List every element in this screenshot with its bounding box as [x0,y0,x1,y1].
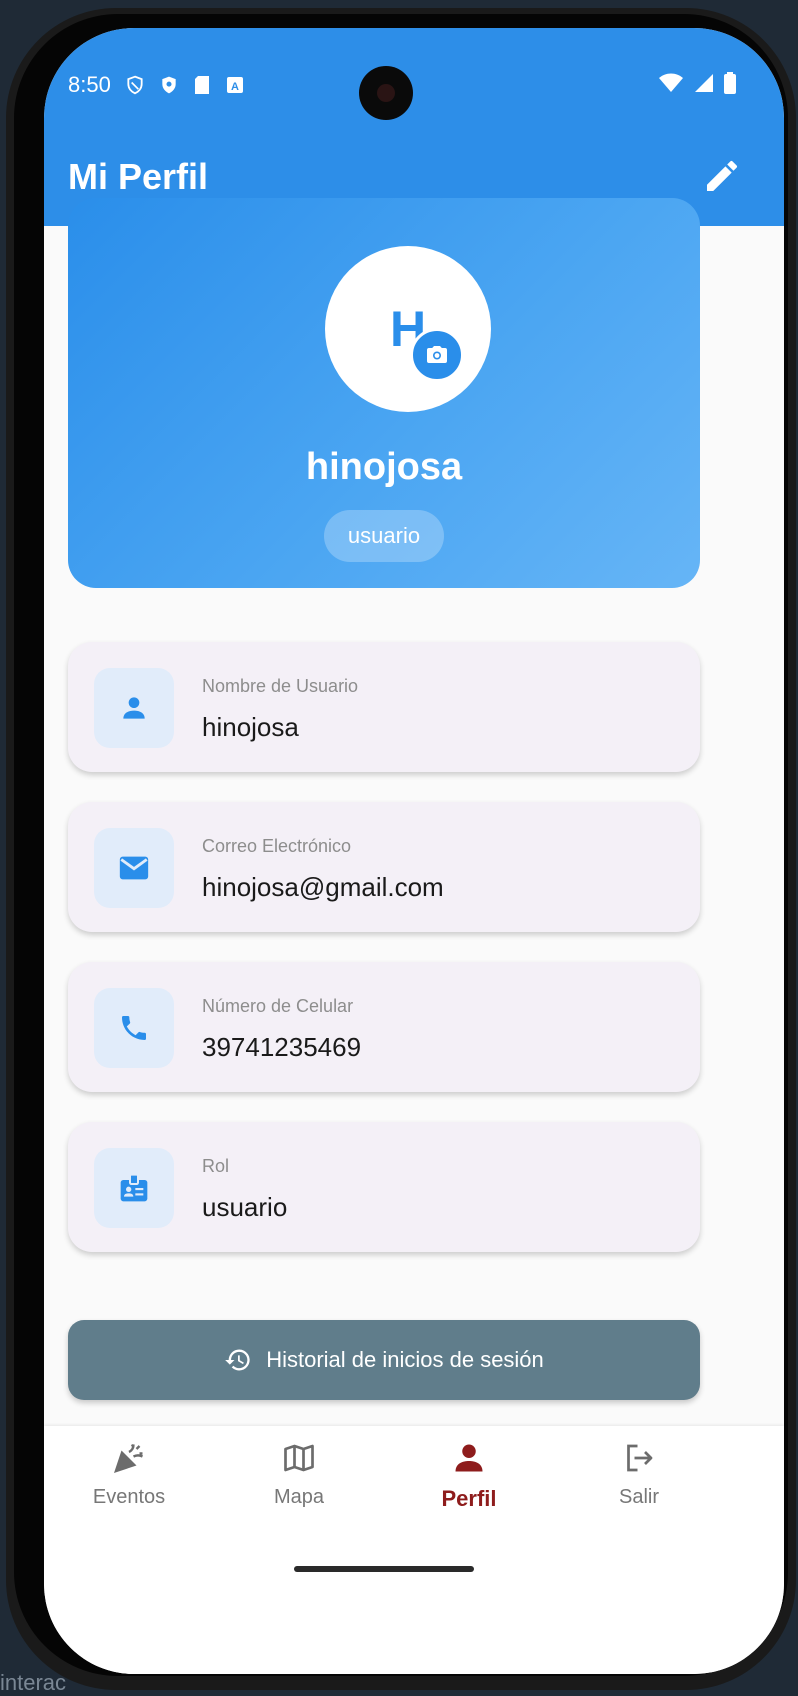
shield-icon [127,75,143,95]
info-card-username: Nombre de Usuario hinojosa [68,642,700,772]
play-protect-icon [162,76,176,94]
status-bar-right [658,72,736,94]
info-value: hinojosa@gmail.com [202,872,444,902]
person-icon [123,697,145,719]
home-indicator[interactable] [294,1566,474,1572]
info-value: 39741235469 [202,1032,362,1062]
login-history-button[interactable]: Historial de inicios de sesión [68,1320,700,1400]
info-icon-box [94,988,174,1068]
info-label: Rol [202,1156,230,1176]
info-card-phone: Número de Celular 39741235469 [68,962,700,1092]
profile-name: hinojosa [305,446,463,488]
logout-icon [619,1438,659,1478]
avatar: H [325,246,491,412]
info-card-role: Rol usuario [68,1122,700,1252]
login-history-label: Historial de inicios de sesión [266,1347,544,1372]
email-icon [119,856,149,880]
background: interac 8:50 A Mi Perfil H hinojosa usua… [0,0,798,1696]
bottom-navigation: Eventos Mapa Perfil Salir [44,1426,784,1674]
edit-button[interactable] [702,156,742,196]
nav-item-perfil[interactable]: Perfil [384,1438,554,1512]
info-label: Número de Celular [202,996,354,1016]
info-card-email: Correo Electrónico hinojosa@gmail.com [68,802,700,932]
phone-frame: 8:50 A Mi Perfil H hinojosa usuario Nomb… [14,14,788,1676]
history-icon [225,1349,250,1371]
page-title: Mi Perfil [68,156,209,197]
map-icon [279,1438,319,1478]
badge-icon [120,1173,148,1202]
nav-item-salir[interactable]: Salir [554,1438,724,1509]
person-icon [449,1438,489,1478]
app-bar: 8:50 A Mi Perfil [44,28,784,226]
info-icon-box [94,1148,174,1228]
profile-header-card: H hinojosa usuario [68,198,700,588]
sd-card-icon [194,76,209,94]
nav-item-mapa[interactable]: Mapa [214,1438,384,1509]
role-chip: usuario [324,510,444,562]
signal-icon [695,74,713,92]
a-badge-icon: A [226,77,243,93]
celebration-icon [109,1438,149,1478]
nav-label: Perfil [441,1486,497,1511]
svg-text:A: A [231,81,239,93]
camera-icon [427,346,447,363]
info-value: usuario [202,1192,288,1222]
info-icon-box [94,668,174,748]
info-label: Correo Electrónico [202,836,352,856]
nav-label: Eventos [92,1486,166,1508]
camera-cutout [359,66,413,120]
edit-icon [707,160,738,191]
change-photo-button[interactable] [410,328,464,382]
status-time: 8:50 [68,72,111,97]
battery-icon [724,72,736,94]
phone-screen: 8:50 A Mi Perfil H hinojosa usuario Nomb… [44,28,784,1674]
nav-label: Mapa [273,1486,325,1508]
info-value: hinojosa [202,712,299,742]
status-bar-left: 8:50 A [68,72,245,98]
phone-icon [122,1016,146,1040]
info-icon-box [94,828,174,908]
wifi-icon [659,73,683,92]
info-label: Nombre de Usuario [202,676,359,696]
nav-label: Salir [618,1486,659,1508]
nav-item-eventos[interactable]: Eventos [44,1438,214,1509]
